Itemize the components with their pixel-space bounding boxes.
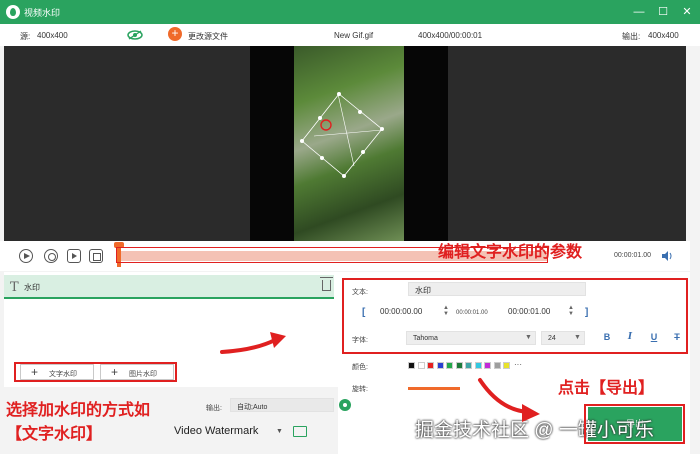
change-source-button[interactable]: +: [168, 27, 182, 41]
minimize-button[interactable]: —: [632, 5, 646, 19]
gear-icon[interactable]: [339, 399, 351, 411]
format-select[interactable]: Video Watermark: [174, 425, 258, 437]
color-swatch[interactable]: [427, 362, 434, 369]
color-label: 颜色:: [352, 364, 368, 371]
annotation-click-export: 点击【导出】: [558, 380, 655, 397]
list-item[interactable]: T 水印: [4, 275, 334, 299]
timeline-end-time: 00:00:01.00: [614, 252, 651, 259]
color-swatch[interactable]: [408, 362, 415, 369]
window-title: 视频水印: [24, 8, 61, 18]
video-preview: [4, 46, 686, 241]
trash-icon[interactable]: [320, 277, 333, 291]
next-frame-button[interactable]: [67, 249, 81, 263]
folder-icon[interactable]: [293, 426, 307, 437]
output-size-label: 输出:: [622, 32, 641, 41]
add-buttons-highlight-box: [14, 362, 177, 382]
params-highlight-box: [342, 278, 688, 354]
watermark-transform-box[interactable]: [294, 46, 404, 241]
color-swatch[interactable]: [493, 362, 501, 369]
app-logo-icon: [6, 5, 20, 19]
annotation-edit-params: 编辑文字水印的参数: [438, 244, 583, 261]
source-label: 源:: [20, 32, 31, 41]
volume-icon[interactable]: [661, 250, 673, 262]
maximize-button[interactable]: ☐: [656, 5, 670, 19]
rotate-label: 旋转:: [352, 386, 368, 393]
video-watermark-app: 视频水印 — ☐ ✕ 源: 400x400 + 更改源文件 New Gif.gi…: [0, 0, 700, 454]
output-label: 输出:: [206, 405, 222, 412]
color-swatch[interactable]: [474, 362, 482, 369]
file-info: 400x400/00:00:01: [418, 31, 483, 40]
annotation-choose-method: 选择加水印的方式如: [6, 402, 151, 419]
more-colors-button[interactable]: ···: [514, 360, 522, 369]
output-select[interactable]: 自动;Auto: [230, 398, 334, 412]
color-swatch[interactable]: [503, 362, 510, 369]
annotation-text-watermark: 【文字水印】: [6, 426, 103, 443]
rotate-slider[interactable]: [408, 387, 460, 390]
chevron-down-icon[interactable]: ▼: [276, 428, 283, 435]
export-highlight-box: [584, 404, 685, 444]
info-bar: 源: 400x400 + 更改源文件 New Gif.gif 400x400/0…: [0, 24, 700, 46]
file-name: New Gif.gif: [334, 31, 374, 40]
close-button[interactable]: ✕: [680, 5, 694, 19]
color-swatch[interactable]: [417, 362, 425, 369]
text-type-icon: T: [10, 280, 19, 295]
color-swatch[interactable]: [455, 362, 463, 369]
color-swatch[interactable]: [465, 362, 472, 369]
watermark-item-label: 水印: [24, 283, 40, 292]
output-size: 400x400: [648, 31, 679, 40]
color-swatch[interactable]: [484, 362, 491, 369]
eye-icon[interactable]: [127, 30, 143, 40]
stop-button[interactable]: [44, 249, 58, 263]
clip-button[interactable]: [89, 249, 103, 263]
change-source-label[interactable]: 更改源文件: [188, 31, 228, 42]
color-swatch[interactable]: [446, 362, 453, 369]
source-size: 400x400: [37, 31, 68, 40]
title-bar: 视频水印 — ☐ ✕: [0, 0, 700, 24]
play-button[interactable]: [19, 249, 33, 263]
color-swatch[interactable]: [436, 362, 444, 369]
